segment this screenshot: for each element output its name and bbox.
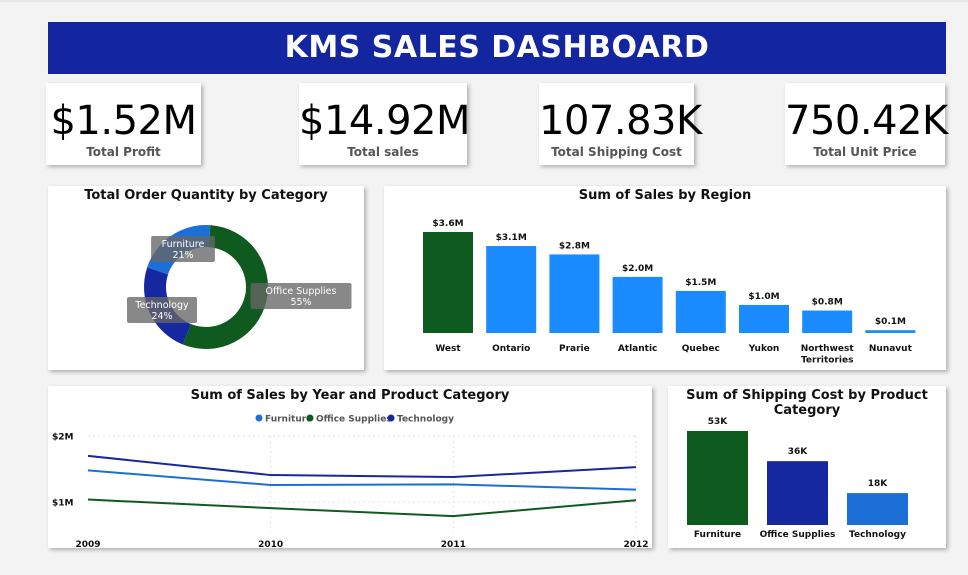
shipping-data-label: 53K (708, 417, 729, 427)
region-category-label: Atlantic (618, 344, 658, 354)
region-data-label: $3.6M (432, 219, 463, 229)
shipping-category-label: Furniture (694, 530, 741, 540)
legend-label: Technology (397, 415, 454, 425)
region-data-label: $2.8M (559, 241, 590, 251)
slice-name-label: Furniture (162, 239, 205, 250)
shipping-bar (847, 493, 908, 525)
shipping-data-label: 18K (868, 479, 889, 489)
region-category-label: Quebec (682, 344, 720, 354)
sales-line-chart: Furniture Office Supplies Technology $2M $1M… (52, 414, 649, 548)
donut-label-furniture: Furniture21% (151, 236, 215, 262)
shipping-cost-card[interactable]: Sum of Shipping Cost by Product Category… (668, 386, 946, 548)
slice-name-label: Office Supplies (266, 286, 337, 297)
top-divider (0, 0, 968, 2)
region-bar (802, 310, 853, 333)
slice-name-label: Technology (134, 300, 189, 311)
kpi-value: 107.83K (539, 98, 702, 144)
shipping-category-label: Technology (849, 530, 906, 540)
kpi-card-total-profit[interactable]: $1.52M Total Profit (46, 83, 201, 165)
legend-marker (255, 414, 263, 422)
kpi-label: Total Unit Price (813, 145, 917, 159)
kpi-card-total-shipping-cost[interactable]: 107.83K Total Shipping Cost (539, 83, 702, 165)
x-tick-label: 2009 (75, 540, 100, 548)
region-bar (865, 330, 916, 333)
region-data-label: $1.0M (748, 292, 779, 302)
region-bar (486, 246, 537, 333)
shipping-bar (767, 461, 828, 525)
shipping-category-label: Office Supplies (760, 530, 836, 540)
legend-label: Furniture (265, 415, 312, 425)
region-category-label: Territories (801, 356, 853, 366)
region-bar (549, 254, 600, 333)
y-tick-label: $1M (52, 499, 74, 509)
kpi-value: $14.92M (299, 98, 470, 144)
dashboard-canvas: KMS SALES DASHBOARD $1.52M Total Profit … (0, 0, 968, 575)
x-tick-label: 2010 (258, 540, 283, 548)
kpi-value: $1.52M (50, 98, 197, 144)
kpi-value: 750.42K (785, 98, 948, 144)
kpi-card-total-unit-price[interactable]: 750.42K Total Unit Price (785, 83, 948, 165)
kpi-label: Total Shipping Cost (551, 145, 682, 159)
kpi-label: Total sales (347, 145, 419, 159)
region-data-label: $0.8M (812, 298, 843, 308)
series-line-furniture (87, 469, 637, 491)
region-data-label: $3.1M (496, 233, 527, 243)
x-tick-label: 2012 (623, 540, 648, 548)
region-bar (612, 276, 663, 333)
legend-marker (387, 414, 395, 422)
region-category-label: Ontario (492, 344, 530, 354)
region-data-label: $1.5M (685, 278, 716, 288)
sales-by-year-card[interactable]: Sum of Sales by Year and Product Categor… (48, 386, 652, 548)
shipping-bar (687, 431, 748, 525)
donut-chart: Office Supplies55% Technology24% Furniture… (127, 225, 352, 349)
region-category-label: Nunavut (869, 344, 913, 354)
series-line-technology (87, 454, 637, 479)
region-category-label: Northwest (801, 344, 855, 354)
region-category-label: West (435, 344, 461, 354)
region-category-label: Prarie (559, 344, 590, 354)
dashboard-title: KMS SALES DASHBOARD (48, 22, 946, 74)
donut-label-office-supplies: Office Supplies55% (250, 283, 352, 309)
legend-label: Office Supplies (316, 415, 392, 425)
shipping-data-label: 36K (788, 447, 809, 457)
region-bar (423, 232, 473, 333)
x-tick-label: 2011 (441, 540, 466, 548)
region-data-label: $2.0M (622, 264, 653, 274)
slice-percent-label: 21% (172, 250, 193, 261)
sales-by-region-card[interactable]: Sum of Sales by Region $3.6M West $3.1M Ont… (384, 186, 946, 370)
region-bar-chart: $3.6M West $3.1M Ontario $2.8M Prarie $2.0M Atl… (423, 219, 916, 366)
legend-marker (306, 414, 314, 422)
donut-label-technology: Technology24% (127, 297, 197, 323)
shipping-bar-chart: 53K Furniture 36K Office Supplies 18K Technol… (687, 417, 908, 540)
slice-percent-label: 24% (151, 311, 172, 322)
kpi-card-total-sales[interactable]: $14.92M Total sales (299, 83, 470, 165)
y-tick-label: $2M (52, 433, 74, 443)
region-bar (675, 290, 726, 333)
slice-percent-label: 55% (290, 297, 311, 308)
region-bar (739, 304, 789, 333)
kpi-label: Total Profit (86, 145, 161, 159)
order-quantity-donut-card[interactable]: Total Order Quantity by Category Office … (48, 186, 364, 370)
region-data-label: $0.1M (875, 317, 906, 327)
region-category-label: Yukon (748, 344, 780, 354)
